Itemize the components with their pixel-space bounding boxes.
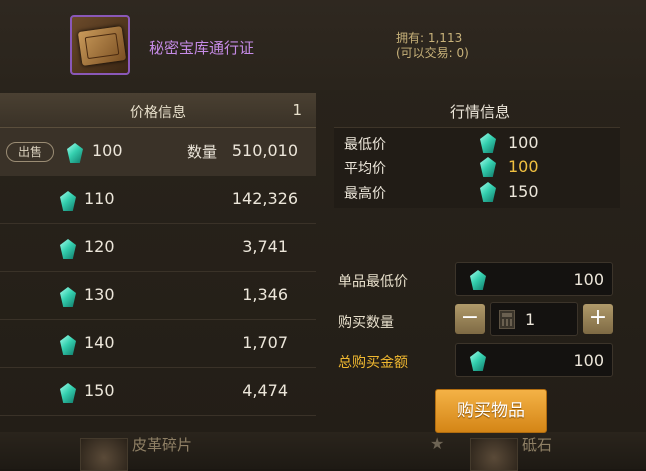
listing-price: 120 (84, 237, 115, 256)
listing-price: 130 (84, 285, 115, 304)
sell-button[interactable]: 出售 (6, 142, 54, 162)
gem-icon (60, 287, 76, 307)
gem-icon (60, 383, 76, 403)
trade-panel: 秘密宝库通行证 拥有: 1,113 (可以交易: 0) 价格信息 1 出售 10… (0, 0, 646, 433)
gem-icon (60, 239, 76, 259)
listing-row[interactable]: 140 1,707 (0, 320, 316, 368)
gem-icon (60, 191, 76, 211)
listing-row[interactable]: 130 1,346 (0, 272, 316, 320)
background-item-left: 皮革碎片 (132, 436, 193, 454)
avg-price-label: 平均价 (344, 161, 386, 177)
background-item-right: 砥石 (522, 436, 553, 454)
gem-icon (67, 143, 83, 163)
quantity-value: 1 (525, 310, 536, 329)
listing-price: 100 (92, 141, 123, 160)
unit-price-field: 100 (455, 262, 613, 296)
listing-row[interactable]: 110 142,326 (0, 176, 316, 224)
min-price-value: 100 (508, 133, 539, 152)
gem-icon (470, 270, 486, 290)
quantity-label: 数量 (187, 143, 218, 161)
price-info-page: 1 (292, 101, 302, 119)
buy-item-button[interactable]: 购买物品 (435, 389, 547, 433)
whetstone-thumb (470, 438, 518, 471)
market-info-title: 行情信息 (449, 103, 510, 121)
increase-quantity-button[interactable]: + (583, 304, 613, 334)
purchase-quantity-label: 购买数量 (338, 315, 394, 331)
min-price-label: 最低价 (344, 137, 386, 153)
avg-price-value: 100 (508, 157, 539, 176)
listing-row[interactable]: 120 3,741 (0, 224, 316, 272)
listing-quantity: 142,326 (231, 189, 298, 208)
listing-quantity: 510,010 (231, 141, 298, 160)
tradable-line: (可以交易: 0) (396, 46, 469, 60)
leather-fragment-thumb (80, 438, 128, 471)
listing-quantity: 3,741 (242, 237, 288, 256)
decrease-quantity-button[interactable]: − (455, 304, 485, 334)
total-amount-label: 总购买金额 (338, 355, 408, 371)
listing-price: 150 (84, 381, 115, 400)
owned-line: 拥有: 1,113 (396, 31, 463, 45)
price-info-header: 价格信息 1 (0, 93, 316, 128)
max-price-label: 最高价 (344, 186, 386, 202)
calculator-icon[interactable] (499, 310, 515, 329)
unit-price-label: 单品最低价 (338, 274, 408, 290)
listing-quantity: 4,474 (242, 381, 288, 400)
gem-icon (470, 351, 486, 371)
listing-price: 140 (84, 333, 115, 352)
item-name: 秘密宝库通行证 (149, 39, 255, 57)
unit-price-value: 100 (573, 270, 604, 289)
listing-row[interactable]: 出售 100 数量 510,010 (0, 128, 316, 176)
owned-count: 拥有: 1,113 (可以交易: 0) (396, 31, 469, 61)
listing-price: 110 (84, 189, 115, 208)
star-icon: ★ (430, 434, 445, 453)
vault-pass-icon[interactable] (70, 15, 130, 75)
listing-row[interactable]: 150 4,474 (0, 368, 316, 416)
listing-quantity: 1,707 (242, 333, 288, 352)
max-price-value: 150 (508, 182, 539, 201)
total-amount-value: 100 (573, 351, 604, 370)
price-info-title: 价格信息 (130, 105, 186, 121)
item-header: 秘密宝库通行证 拥有: 1,113 (可以交易: 0) (0, 0, 646, 90)
quantity-input[interactable]: 1 (490, 302, 578, 336)
total-amount-field: 100 (455, 343, 613, 377)
gem-icon (60, 335, 76, 355)
listing-quantity: 1,346 (242, 285, 288, 304)
